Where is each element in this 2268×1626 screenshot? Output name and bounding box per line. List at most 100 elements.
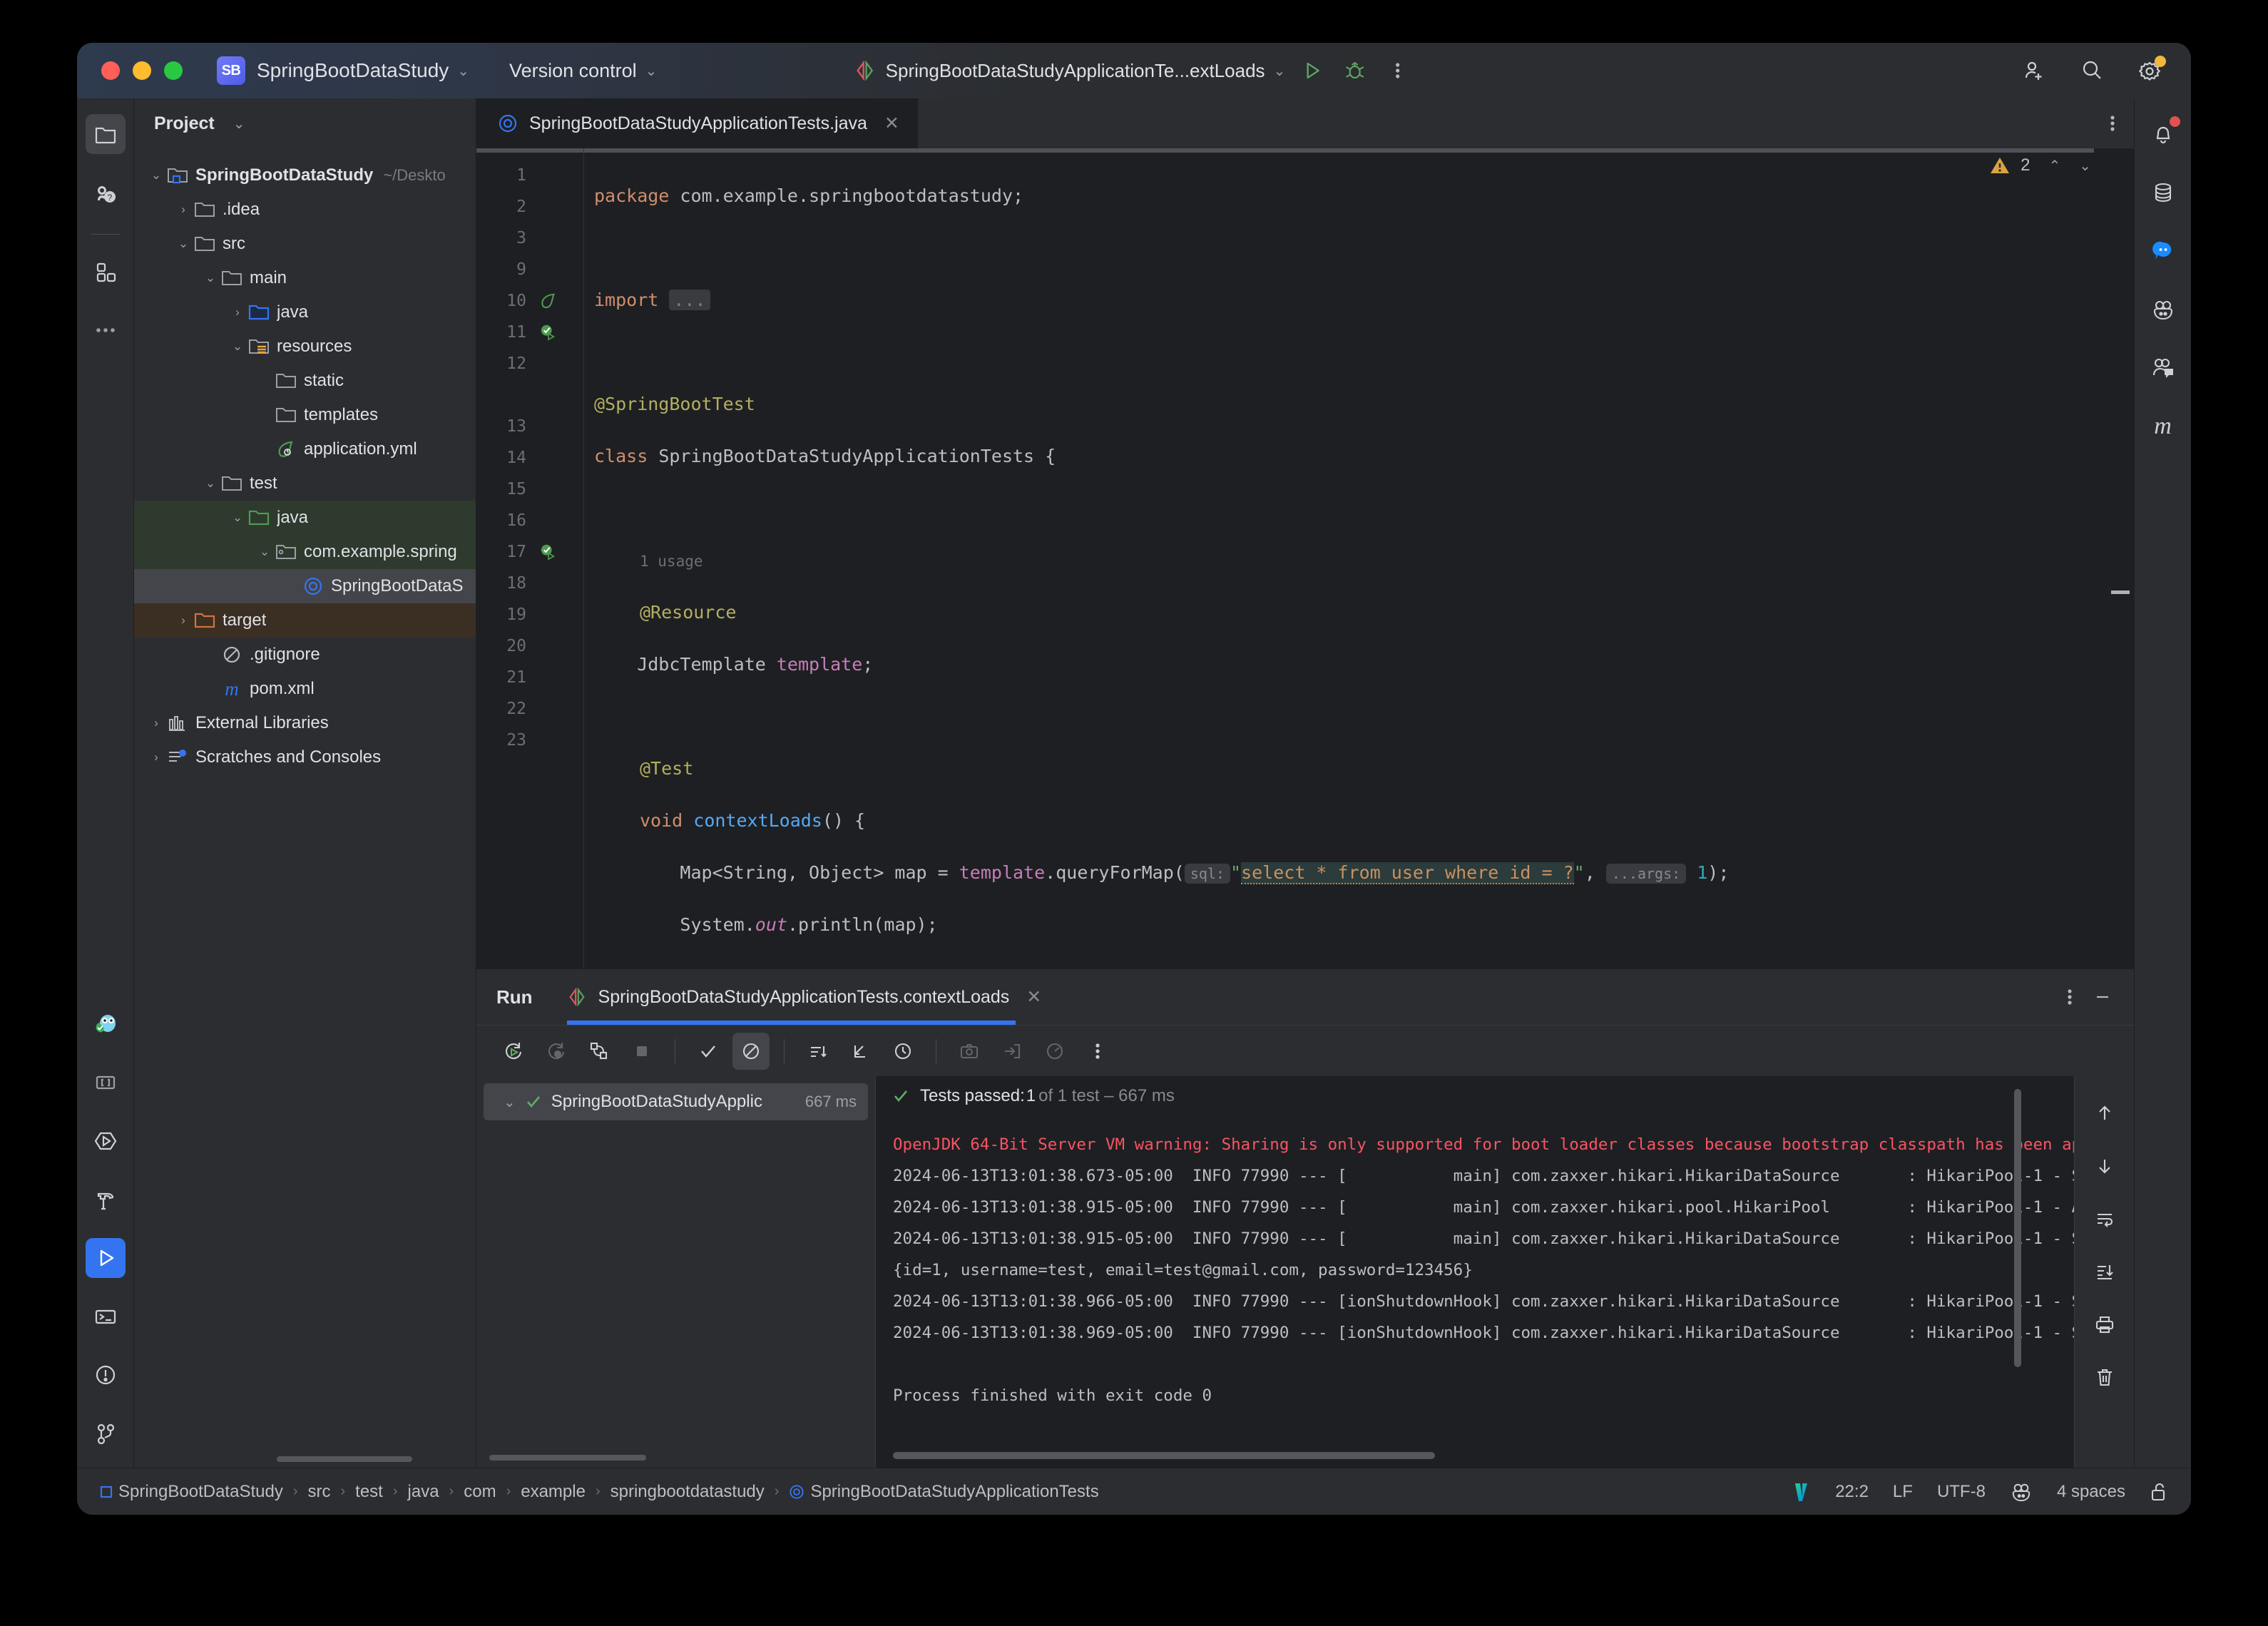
project-tree[interactable]: ⌄ SpringBootDataStudy ~/Deskto › .idea ⌄ src ⌄ m… — [134, 148, 476, 1468]
rerun-failed-icon[interactable] — [538, 1033, 575, 1070]
chevron-down-icon[interactable]: ⌄ — [457, 62, 469, 80]
print-icon[interactable] — [2086, 1306, 2123, 1343]
tree-node[interactable]: › Scratches and Consoles — [134, 740, 476, 774]
sort-alphabetically-icon[interactable] — [799, 1033, 836, 1070]
more-actions-icon[interactable] — [1381, 54, 1414, 87]
sidebar-item-brackets[interactable] — [86, 1063, 126, 1103]
tree-node[interactable]: SpringBootDataS — [134, 569, 476, 603]
sidebar-item-build[interactable] — [86, 1180, 126, 1220]
tree-node[interactable]: application.yml — [134, 432, 476, 466]
caret-position[interactable]: 22:2 — [1835, 1482, 1869, 1502]
scroll-up-icon[interactable] — [2086, 1095, 2123, 1132]
tree-node[interactable]: › target — [134, 603, 476, 638]
notifications-icon[interactable] — [2143, 114, 2183, 154]
breadcrumb-item[interactable]: SpringBootDataStudy — [100, 1482, 283, 1502]
toggle-auto-test-icon[interactable] — [581, 1033, 618, 1070]
chevron-down-icon[interactable]: ⌄ — [255, 545, 274, 559]
ai-assistant-icon[interactable] — [2010, 1482, 2033, 1502]
minimize-panel-icon[interactable] — [2093, 987, 2113, 1007]
stop-icon[interactable] — [623, 1033, 660, 1070]
collapsed-imports-fold[interactable]: ... — [669, 290, 710, 310]
lock-icon[interactable] — [2150, 1481, 2168, 1503]
hugging-face-icon[interactable] — [2143, 290, 2183, 329]
sidebar-item-problems[interactable] — [86, 1355, 126, 1395]
sidebar-item-terminal[interactable] — [86, 1297, 126, 1336]
console-horizontal-scrollbar[interactable] — [893, 1452, 1435, 1459]
run-tab[interactable]: SpringBootDataStudyApplicationTests.cont… — [566, 969, 1041, 1025]
chevron-down-icon[interactable]: ⌄ — [1274, 62, 1286, 80]
editor-options-icon[interactable] — [2110, 113, 2115, 134]
project-tree-horizontal-scrollbar[interactable] — [277, 1456, 412, 1462]
maven-icon[interactable]: m — [2143, 406, 2183, 446]
breadcrumb-item[interactable]: test — [355, 1482, 383, 1502]
sort-by-duration-icon[interactable] — [884, 1033, 921, 1070]
debug-button[interactable] — [1338, 54, 1371, 87]
settings-icon[interactable] — [2134, 54, 2167, 87]
run-button[interactable] — [1295, 54, 1328, 87]
project-name-label[interactable]: SpringBootDataStudy — [257, 59, 449, 82]
version-control-menu[interactable]: Version control — [509, 60, 637, 82]
maximize-window-button[interactable] — [164, 61, 183, 80]
tree-node[interactable]: › External Libraries — [134, 706, 476, 740]
tree-node[interactable]: › java — [134, 295, 476, 329]
editor-tab[interactable]: SpringBootDataStudyApplicationTests.java… — [476, 98, 918, 148]
tree-node[interactable]: ⌄ resources — [134, 329, 476, 364]
chevron-down-icon[interactable]: ⌄ — [645, 62, 658, 80]
line-separator[interactable]: LF — [1893, 1482, 1913, 1502]
tree-node[interactable]: .gitignore — [134, 638, 476, 672]
chevron-down-icon[interactable]: ⌄ — [2079, 157, 2091, 175]
more-options-icon[interactable] — [2067, 987, 2073, 1007]
more-options-icon[interactable] — [1079, 1033, 1116, 1070]
chevron-down-icon[interactable]: ⌄ — [201, 476, 220, 491]
editor-code[interactable]: package com.example.springbootdatastudy;… — [583, 148, 2094, 968]
hide-ignored-icon[interactable] — [732, 1032, 770, 1070]
export-icon[interactable] — [993, 1033, 1031, 1070]
chevron-right-icon[interactable]: › — [228, 305, 247, 319]
tree-node[interactable]: ⌄ test — [134, 466, 476, 501]
breadcrumb-item[interactable]: java — [408, 1482, 439, 1502]
sidebar-item-run[interactable] — [85, 1238, 126, 1278]
minimize-window-button[interactable] — [133, 61, 151, 80]
sidebar-item-project[interactable] — [85, 114, 126, 154]
tree-node[interactable]: ⌄ java — [134, 501, 476, 535]
chevron-down-icon[interactable]: ⌄ — [174, 237, 193, 251]
run-test-icon[interactable] — [532, 543, 565, 561]
team-chat-icon[interactable] — [2143, 348, 2183, 388]
expand-collapse-icon[interactable] — [842, 1033, 879, 1070]
sidebar-item-version-control[interactable] — [86, 1413, 126, 1453]
chevron-down-icon[interactable]: ⌄ — [228, 511, 247, 525]
more-tool-windows-icon[interactable] — [86, 310, 126, 350]
tree-node[interactable]: static — [134, 364, 476, 398]
search-icon[interactable] — [2075, 54, 2108, 87]
chevron-right-icon[interactable]: › — [174, 613, 193, 628]
clear-all-icon[interactable] — [2086, 1359, 2123, 1396]
indent-setting[interactable]: 4 spaces — [2057, 1482, 2125, 1502]
breadcrumb-item[interactable]: src — [307, 1482, 330, 1502]
run-test-icon[interactable] — [532, 323, 565, 342]
sql-string-literal[interactable]: select * from user where id = ? — [1241, 862, 1574, 884]
tree-node[interactable]: ⌄ main — [134, 261, 476, 295]
run-configuration-label[interactable]: SpringBootDataStudyApplicationTe...extLo… — [886, 60, 1265, 82]
snapshot-icon[interactable] — [951, 1033, 988, 1070]
chevron-up-icon[interactable]: ⌃ — [2048, 157, 2060, 175]
tree-node[interactable]: m pom.xml — [134, 672, 476, 706]
database-icon[interactable] — [2143, 173, 2183, 213]
chevron-right-icon[interactable]: › — [147, 750, 165, 765]
chevron-down-icon[interactable]: ⌄ — [504, 1093, 516, 1111]
add-account-icon[interactable] — [2017, 54, 2050, 87]
scroll-to-end-icon[interactable] — [2086, 1253, 2123, 1290]
chevron-right-icon[interactable]: › — [174, 203, 193, 217]
show-passed-icon[interactable] — [690, 1033, 727, 1070]
console-vertical-scrollbar[interactable] — [2014, 1089, 2021, 1367]
sidebar-item-commit[interactable]: ? — [86, 173, 126, 213]
editor-gutter[interactable]: 1 2 3 9 10 11 12 13 14 15 16 17 18 19 20 21 22 23 — [476, 148, 583, 968]
tree-node[interactable]: › .idea — [134, 193, 476, 227]
console-log-lines[interactable]: OpenJDK 64-Bit Server VM warning: Sharin… — [876, 1116, 2074, 1468]
sidebar-item-services[interactable] — [86, 1121, 126, 1161]
file-encoding[interactable]: UTF-8 — [1937, 1482, 1986, 1502]
usage-hint[interactable]: 1 usage — [640, 553, 703, 570]
editor-marker-column[interactable] — [2094, 148, 2134, 968]
sidebar-item-structure[interactable] — [86, 252, 126, 292]
chevron-down-icon[interactable]: ⌄ — [233, 115, 245, 133]
profile-icon[interactable] — [1036, 1033, 1073, 1070]
